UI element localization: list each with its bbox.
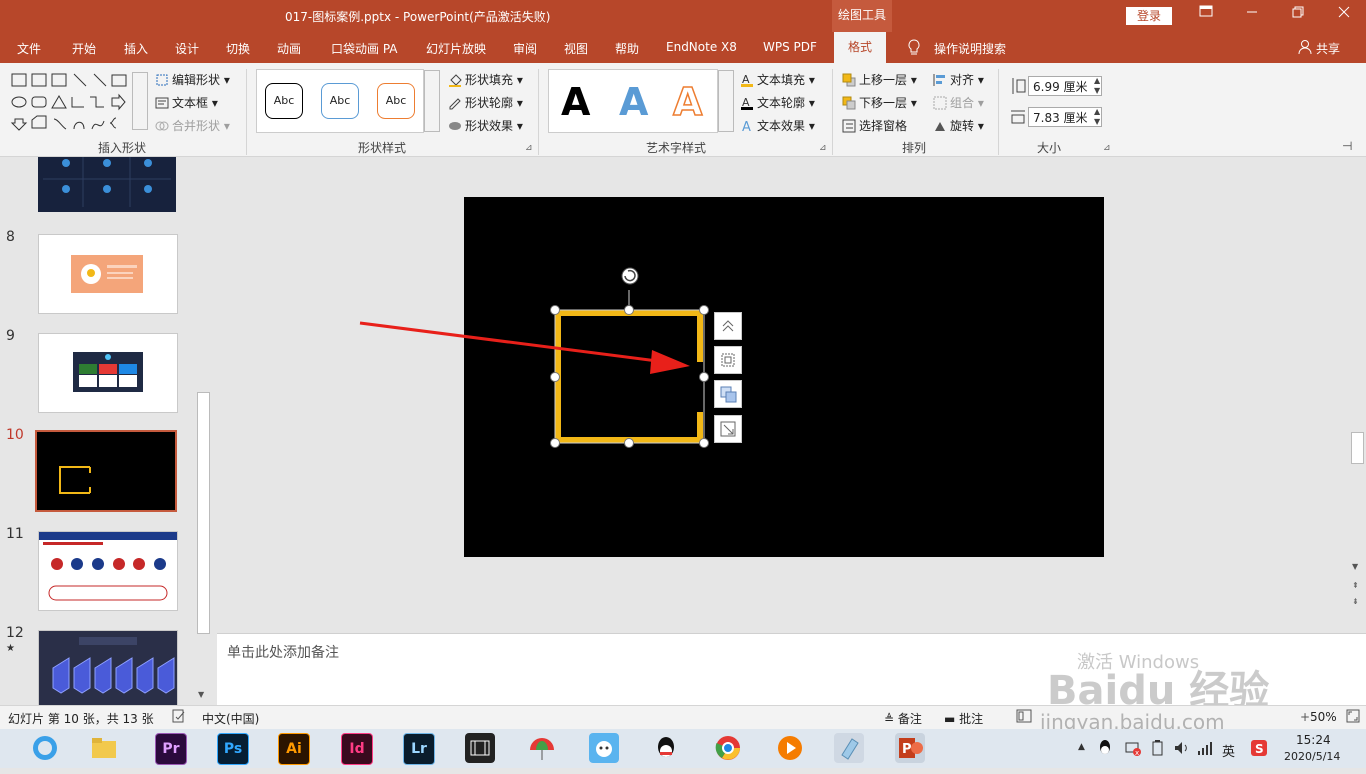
indesign-icon[interactable]: Id <box>341 733 373 765</box>
resize-handle[interactable] <box>550 305 560 315</box>
wifi-icon[interactable] <box>1197 740 1213 759</box>
notes-pane[interactable]: 单击此处添加备注 激活 Windows Baidu 经验 <box>217 633 1366 714</box>
normal-view-icon[interactable] <box>1016 709 1032 726</box>
clock-date[interactable]: 2020/5/14 <box>1284 750 1340 763</box>
annotation-arrow <box>359 321 666 364</box>
resize-handle[interactable] <box>624 305 634 315</box>
qq-tray-icon[interactable] <box>1098 740 1112 759</box>
notes-toggle[interactable]: ≜ 备注 <box>884 710 922 727</box>
chrome-icon[interactable] <box>713 733 743 763</box>
resize-handle[interactable] <box>550 372 560 382</box>
ime-indicator[interactable]: 英 <box>1222 741 1235 760</box>
umbrella-app-icon[interactable] <box>527 733 557 763</box>
size-position-icon[interactable] <box>714 415 742 443</box>
illustrator-icon[interactable]: Ai <box>278 733 310 765</box>
qq-icon[interactable] <box>651 733 681 763</box>
resize-handle[interactable] <box>699 438 709 448</box>
svg-text:P: P <box>902 742 912 757</box>
windows-taskbar: Pr Ps Ai Id Lr P ▲ x 英 S 15:24 2020/5/14 <box>0 729 1366 768</box>
resize-handle[interactable] <box>624 438 634 448</box>
comments-toggle[interactable]: ▬ 批注 <box>944 710 983 727</box>
chat-app-icon[interactable] <box>589 733 619 763</box>
premiere-icon[interactable]: Pr <box>155 733 187 765</box>
bring-to-front-icon[interactable] <box>714 312 742 340</box>
fit-to-window-icon[interactable] <box>1346 709 1360 726</box>
zoom-level[interactable]: 50% <box>1310 710 1337 724</box>
notes-app-icon[interactable] <box>834 733 864 763</box>
next-slide-icon[interactable]: ⇟ <box>1352 597 1359 606</box>
zoom-in-icon[interactable]: + <box>1300 710 1310 724</box>
clock-time[interactable]: 15:24 <box>1296 733 1331 747</box>
notes-placeholder: 单击此处添加备注 <box>227 645 339 661</box>
tray-expand-icon[interactable]: ▲ <box>1078 742 1085 752</box>
svg-text:x: x <box>1135 749 1139 756</box>
status-bar: 幻灯片 第 10 张，共 13 张 中文(中国) jingyan.baidu.c… <box>0 705 1366 734</box>
slide-counter: 幻灯片 第 10 张，共 13 张 <box>8 712 154 726</box>
battery-icon[interactable] <box>1150 740 1166 759</box>
align-center-icon[interactable] <box>714 346 742 374</box>
selected-bracket-shape <box>555 310 700 443</box>
resize-handle[interactable] <box>699 372 709 382</box>
resize-handle[interactable] <box>699 305 709 315</box>
media-player-icon[interactable] <box>775 733 805 763</box>
language-indicator[interactable]: 中文(中国) <box>202 710 259 727</box>
spellcheck-icon[interactable] <box>172 709 186 726</box>
lightroom-icon[interactable]: Lr <box>403 733 435 765</box>
resize-handle[interactable] <box>550 438 560 448</box>
svg-text:S: S <box>1255 742 1264 756</box>
volume-icon[interactable] <box>1174 740 1190 759</box>
video-editor-icon[interactable] <box>465 733 495 763</box>
editor-scrollbar[interactable]: ▼ ⇞ ⇟ <box>1350 157 1365 633</box>
previous-slide-icon[interactable]: ⇞ <box>1352 581 1359 590</box>
browser-360-icon[interactable] <box>30 733 60 763</box>
photoshop-icon[interactable]: Ps <box>217 733 249 765</box>
file-explorer-icon[interactable] <box>89 733 119 763</box>
scroll-down-icon[interactable]: ▼ <box>1352 562 1358 571</box>
scrollbar-thumb[interactable] <box>1351 432 1364 464</box>
comments-toggle-label: 批注 <box>959 712 984 726</box>
notes-toggle-label: 备注 <box>897 712 922 726</box>
arrange-icon[interactable] <box>714 380 742 408</box>
network-error-icon[interactable]: x <box>1125 740 1141 759</box>
powerpoint-icon[interactable]: P <box>895 733 925 763</box>
sogou-ime-icon[interactable]: S <box>1250 739 1268 760</box>
